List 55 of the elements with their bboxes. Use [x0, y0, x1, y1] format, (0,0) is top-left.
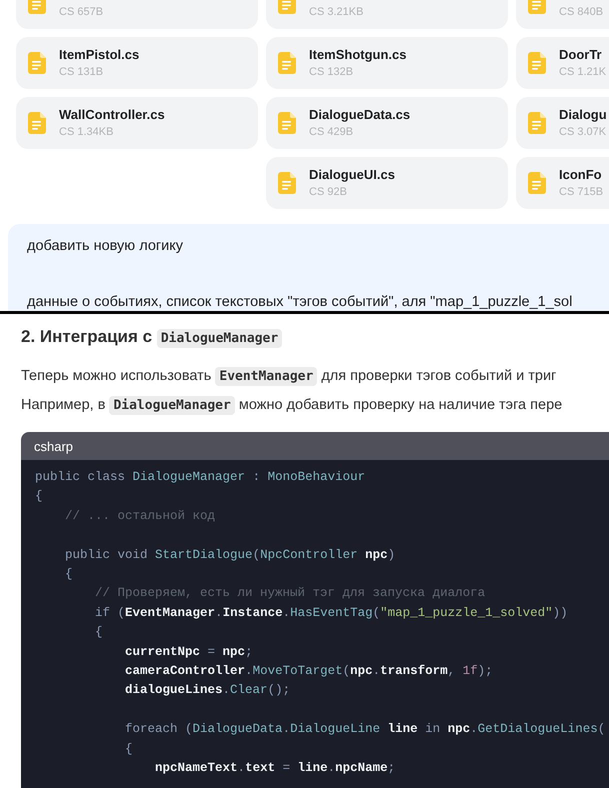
language-label: csharp	[34, 438, 74, 454]
code-line: {	[124, 740, 134, 758]
message-text: добавить новую логику	[27, 237, 184, 256]
code-line: currentNpc = npc;	[124, 644, 254, 661]
file-card[interactable]: DoorTr CS 1.21K	[516, 37, 609, 89]
file-size: CS 429B	[309, 125, 354, 140]
file-name: WallController.cs	[59, 106, 165, 124]
file-size: CS 131B	[59, 65, 104, 80]
file-size: CS 657B	[59, 5, 104, 20]
file-card[interactable]: WallController.cs CS 1.34KB	[16, 97, 258, 149]
document-icon	[528, 172, 546, 194]
file-card[interactable]: ItemPistol.cs CS 131B	[16, 37, 258, 89]
document-icon	[28, 52, 46, 74]
code-line: npcNameText.text = line.npcName;	[154, 760, 396, 778]
code-line: // ... остальной код	[64, 508, 216, 525]
code-line: // Проверяем, есть ли нужный тэг для запуска диалога	[94, 585, 486, 602]
file-name: Dialogu	[559, 106, 607, 124]
file-name: DialogueData.cs	[309, 106, 410, 124]
file-size: CS 3.21KB	[309, 5, 364, 20]
file-name: ItemShotgun.cs	[309, 46, 407, 64]
document-icon	[528, 52, 546, 74]
code-line: dialogueLines.Clear();	[124, 682, 292, 700]
file-size: CS 132B	[309, 65, 354, 80]
document-icon	[528, 112, 546, 134]
code-line: foreach (DialogueData.DialogueLine line in npc.GetDialogueLines(	[124, 721, 606, 738]
message-text: данные о событиях, список текстовых "тэгов событий", аля "map_1_puzzle_1_sol	[27, 293, 574, 311]
document-icon	[28, 112, 46, 134]
code-line: if (EventManager.Instance.HasEventTag("map_1_puzzle_1_solved"))	[94, 604, 569, 622]
file-name: DoorTr	[559, 46, 603, 64]
section-heading: 2. Интеграция с DialogueManager	[21, 324, 609, 352]
code-line: public void StartDialogue(NpcController npc)	[64, 546, 396, 564]
document-icon	[278, 112, 296, 134]
file-size: CS 1.34KB	[59, 125, 114, 140]
file-size: CS 3.07K	[559, 125, 607, 140]
code-line: {	[35, 488, 44, 506]
file-card[interactable]: DialogueUI.cs CS 92B	[266, 157, 508, 209]
file-size: CS 92B	[309, 185, 348, 200]
file-card[interactable]: DialogueData.cs CS 429B	[266, 97, 508, 149]
file-name: ItemPistol.cs	[59, 46, 140, 64]
file-size: CS 840B	[559, 5, 604, 20]
code-line: cameraController.MoveToTarget(npc.transform, 1f);	[124, 663, 494, 680]
file-name: DialogueUI.cs	[309, 166, 395, 184]
code-line: {	[64, 566, 74, 584]
file-name: IconFo	[559, 166, 603, 184]
paragraph-text: Теперь можно использовать EventManager для проверки тэгов событий и триг	[21, 366, 558, 388]
document-icon	[278, 172, 296, 194]
code-line: public class DialogueManager : MonoBehaviour	[35, 469, 366, 486]
file-size: CS 1.21K	[559, 65, 606, 80]
file-size: CS 715B	[559, 185, 604, 200]
file-card[interactable]: ItemShotgun.cs CS 132B	[266, 37, 508, 89]
file-card[interactable]: IconFo CS 715B	[516, 157, 609, 209]
document-icon	[278, 52, 296, 74]
paragraph-text: Например, в DialogueManager можно добавить проверку на наличие тэга пере	[21, 395, 564, 417]
file-card[interactable]: Dialogu CS 3.07K	[516, 97, 609, 149]
code-line: {	[94, 624, 104, 642]
